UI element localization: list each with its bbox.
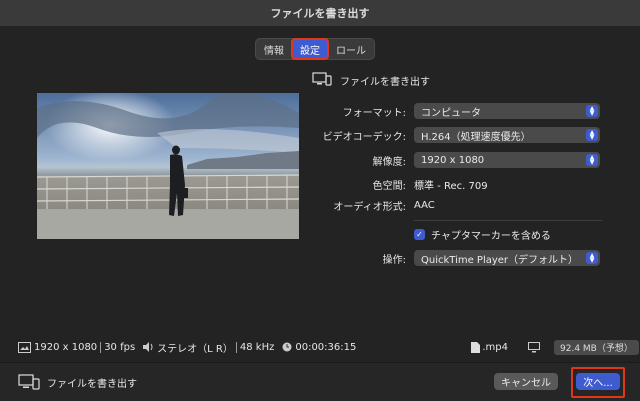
display-icon: [528, 341, 540, 353]
clock-icon: [282, 342, 292, 352]
codec-popup[interactable]: H.264（処理速度優先） ▲ ▼: [414, 127, 600, 143]
popup-arrows-icon: ▲ ▼: [586, 129, 598, 141]
popup-arrows-icon: ▲ ▼: [586, 252, 598, 264]
action-row: 操作: QuickTime Player（デフォルト） ▲ ▼: [312, 249, 612, 267]
action-label: 操作:: [382, 254, 406, 266]
info-resolution: 1920 x 1080: [34, 341, 98, 353]
audio-format-label: オーディオ形式:: [333, 201, 406, 213]
computer-icon: [312, 71, 332, 89]
footer-bar: ファイルを書き出す キャンセル 次へ...: [0, 362, 640, 401]
window-title: ファイルを書き出す: [270, 7, 370, 20]
format-value: コンピュータ: [421, 107, 481, 119]
audio-format-value: AAC: [414, 199, 435, 211]
tab-bar: 情報 設定 ロール: [255, 38, 375, 60]
next-button[interactable]: 次へ...: [576, 373, 620, 390]
resolution-popup[interactable]: 1920 x 1080 ▲ ▼: [414, 152, 600, 168]
video-icon: [18, 341, 31, 353]
divider: [414, 220, 602, 221]
color-space-label: 色空間:: [372, 180, 406, 192]
tab-settings[interactable]: 設定: [291, 38, 329, 60]
settings-panel: ファイルを書き出す フォーマット: コンピュータ ▲ ▼ ビデオコーデック: H.…: [312, 71, 612, 266]
codec-label: ビデオコーデック:: [322, 131, 406, 143]
export-info-bar: 1920 x 1080 30 fps ステレオ（L R） 48 kHz 00:0…: [0, 337, 640, 357]
popup-arrows-icon: ▲ ▼: [586, 105, 598, 117]
chapter-markers-label: チャプタマーカーを含める: [431, 230, 551, 242]
computer-icon: [18, 374, 40, 394]
tab-roles[interactable]: ロール: [328, 39, 374, 59]
cancel-button[interactable]: キャンセル: [494, 373, 558, 390]
popup-arrows-icon: ▲ ▼: [586, 154, 598, 166]
info-sample-rate: 48 kHz: [239, 341, 275, 353]
chapter-markers-row: ✓ チャプタマーカーを含める: [312, 225, 612, 243]
info-size-badge: 92.4 MB（予想）: [554, 339, 639, 355]
info-fps: 30 fps: [104, 341, 136, 353]
chapter-markers-checkbox[interactable]: ✓: [414, 228, 425, 240]
footer-destination-label: ファイルを書き出す: [47, 379, 137, 390]
tab-info[interactable]: 情報: [256, 39, 292, 59]
format-row: フォーマット: コンピュータ ▲ ▼: [312, 102, 612, 120]
export-dialog: 情報 設定 ロール ファイルを書き出す フォーマット: コンピュータ ▲ ▼ ビ…: [0, 26, 640, 401]
action-popup[interactable]: QuickTime Player（デフォルト） ▲ ▼: [414, 250, 600, 266]
info-duration: 00:00:36:15: [295, 341, 357, 353]
format-popup[interactable]: コンピュータ ▲ ▼: [414, 103, 600, 119]
destination-label: ファイルを書き出す: [340, 76, 430, 88]
codec-row: ビデオコーデック: H.264（処理速度優先） ▲ ▼: [312, 126, 612, 144]
action-value: QuickTime Player（デフォルト）: [421, 254, 579, 266]
destination-header: ファイルを書き出す: [312, 71, 612, 89]
video-preview-thumbnail: [37, 93, 299, 239]
speaker-icon: [143, 342, 155, 352]
format-label: フォーマット:: [342, 107, 406, 119]
separator: [235, 341, 237, 353]
resolution-label: 解像度:: [372, 156, 406, 168]
info-extension: .mp4: [482, 341, 508, 353]
separator: [100, 341, 102, 353]
codec-value: H.264（処理速度優先）: [421, 131, 531, 143]
file-icon: [471, 341, 481, 353]
resolution-row: 解像度: 1920 x 1080 ▲ ▼: [312, 151, 612, 169]
info-audio: ステレオ（L R）: [157, 343, 233, 355]
resolution-value: 1920 x 1080: [421, 154, 485, 166]
audio-format-row: オーディオ形式: AAC: [312, 196, 612, 214]
color-space-value: 標準 - Rec. 709: [414, 180, 488, 192]
color-space-row: 色空間: 標準 - Rec. 709: [312, 175, 612, 193]
preview-image: [37, 93, 299, 239]
window-titlebar: ファイルを書き出す: [0, 0, 640, 27]
